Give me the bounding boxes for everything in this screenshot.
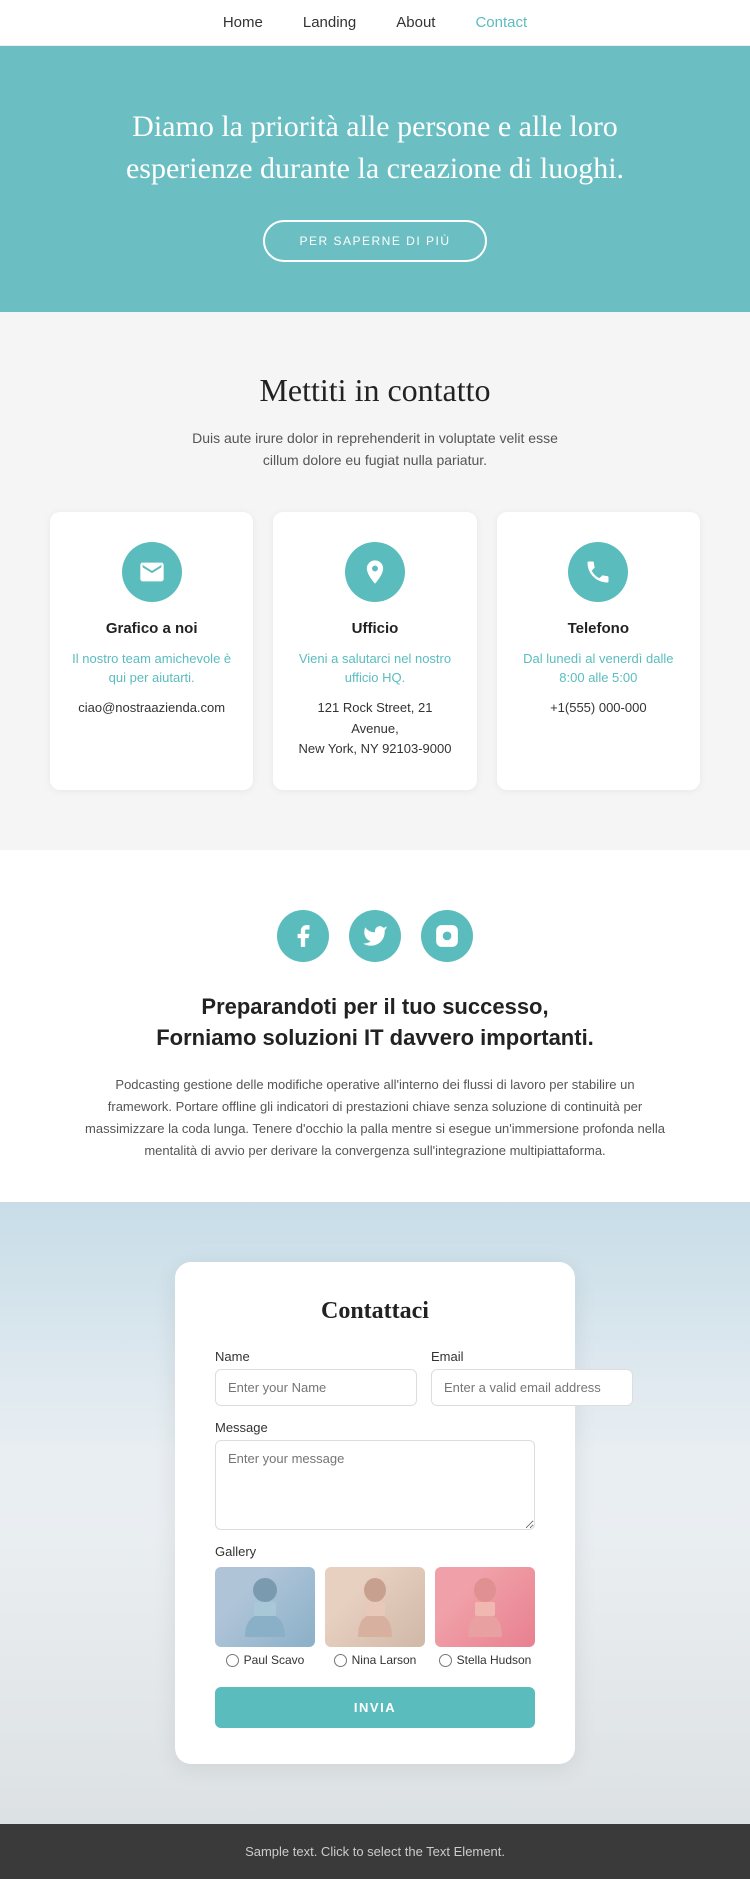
gallery-name-paul: Paul Scavo xyxy=(244,1653,305,1667)
radio-nina[interactable] xyxy=(334,1654,347,1667)
gallery-img-paul xyxy=(215,1567,315,1647)
footer: Sample text. Click to select the Text El… xyxy=(0,1824,750,1879)
card-phone-title: Telefono xyxy=(517,620,680,637)
card-email-desc: Il nostro team amichevole è qui per aiut… xyxy=(70,649,233,688)
nav-about[interactable]: About xyxy=(396,14,435,31)
card-phone-detail: +1(555) 000-000 xyxy=(517,698,680,719)
instagram-icon[interactable] xyxy=(421,910,473,962)
card-email: Grafico a noi Il nostro team amichevole … xyxy=(50,512,253,790)
form-card: Contattaci Name Email Message Gallery xyxy=(175,1262,575,1764)
nav-landing[interactable]: Landing xyxy=(303,14,356,31)
contact-subtitle: Duis aute irure dolor in reprehenderit i… xyxy=(175,427,575,472)
gallery-img-stella xyxy=(435,1567,535,1647)
card-office: Ufficio Vieni a salutarci nel nostro uff… xyxy=(273,512,476,790)
name-label: Name xyxy=(215,1349,417,1364)
name-input[interactable] xyxy=(215,1369,417,1406)
phone-icon xyxy=(568,542,628,602)
gallery-radio-stella: Stella Hudson xyxy=(439,1653,532,1667)
facebook-icon[interactable] xyxy=(277,910,329,962)
twitter-icon[interactable] xyxy=(349,910,401,962)
gallery-section: Gallery Paul Scavo xyxy=(215,1544,535,1667)
navigation: Home Landing About Contact xyxy=(0,0,750,46)
gallery-name-stella: Stella Hudson xyxy=(457,1653,532,1667)
gallery-label: Gallery xyxy=(215,1544,535,1559)
hero-heading: Diamo la priorità alle persone e alle lo… xyxy=(80,106,670,190)
form-name-group: Name xyxy=(215,1349,417,1406)
gallery-item-stella: Stella Hudson xyxy=(435,1567,535,1667)
card-office-title: Ufficio xyxy=(293,620,456,637)
hero-section: Diamo la priorità alle persone e alle lo… xyxy=(0,46,750,312)
form-title: Contattaci xyxy=(215,1298,535,1325)
social-icons-row xyxy=(80,910,670,962)
contact-title: Mettiti in contatto xyxy=(50,372,700,409)
hero-button[interactable]: PER SAPERNE DI PIÙ xyxy=(263,220,486,262)
form-message-group: Message xyxy=(215,1420,535,1530)
gallery-item-nina: Nina Larson xyxy=(325,1567,425,1667)
message-input[interactable] xyxy=(215,1440,535,1530)
card-email-title: Grafico a noi xyxy=(70,620,233,637)
form-email-group: Email xyxy=(431,1349,633,1406)
submit-button[interactable]: INVIA xyxy=(215,1687,535,1728)
social-heading: Preparandoti per il tuo successo,Forniam… xyxy=(80,992,670,1054)
social-section: Preparandoti per il tuo successo,Forniam… xyxy=(0,850,750,1202)
email-icon xyxy=(122,542,182,602)
gallery-row: Paul Scavo Nina Larson xyxy=(215,1567,535,1667)
email-input[interactable] xyxy=(431,1369,633,1406)
radio-stella[interactable] xyxy=(439,1654,452,1667)
card-phone-desc: Dal lunedì al venerdì dalle 8:00 alle 5:… xyxy=(517,649,680,688)
gallery-item-paul: Paul Scavo xyxy=(215,1567,315,1667)
email-label: Email xyxy=(431,1349,633,1364)
gallery-radio-nina: Nina Larson xyxy=(334,1653,417,1667)
message-label: Message xyxy=(215,1420,535,1435)
gallery-img-nina xyxy=(325,1567,425,1647)
location-icon xyxy=(345,542,405,602)
nav-contact[interactable]: Contact xyxy=(475,14,527,31)
card-office-detail: 121 Rock Street, 21 Avenue,New York, NY … xyxy=(293,698,456,760)
gallery-radio-paul: Paul Scavo xyxy=(226,1653,305,1667)
nav-home[interactable]: Home xyxy=(223,14,263,31)
card-phone: Telefono Dal lunedì al venerdì dalle 8:0… xyxy=(497,512,700,790)
footer-text: Sample text. Click to select the Text El… xyxy=(20,1844,730,1859)
contact-section: Mettiti in contatto Duis aute irure dolo… xyxy=(0,312,750,850)
card-email-detail: ciao@nostraazienda.com xyxy=(70,698,233,719)
gallery-name-nina: Nina Larson xyxy=(352,1653,417,1667)
social-body: Podcasting gestione delle modifiche oper… xyxy=(85,1074,665,1162)
radio-paul[interactable] xyxy=(226,1654,239,1667)
form-name-email-row: Name Email xyxy=(215,1349,535,1406)
contact-cards: Grafico a noi Il nostro team amichevole … xyxy=(50,512,700,790)
form-section: Contattaci Name Email Message Gallery xyxy=(0,1202,750,1824)
card-office-desc: Vieni a salutarci nel nostro ufficio HQ. xyxy=(293,649,456,688)
